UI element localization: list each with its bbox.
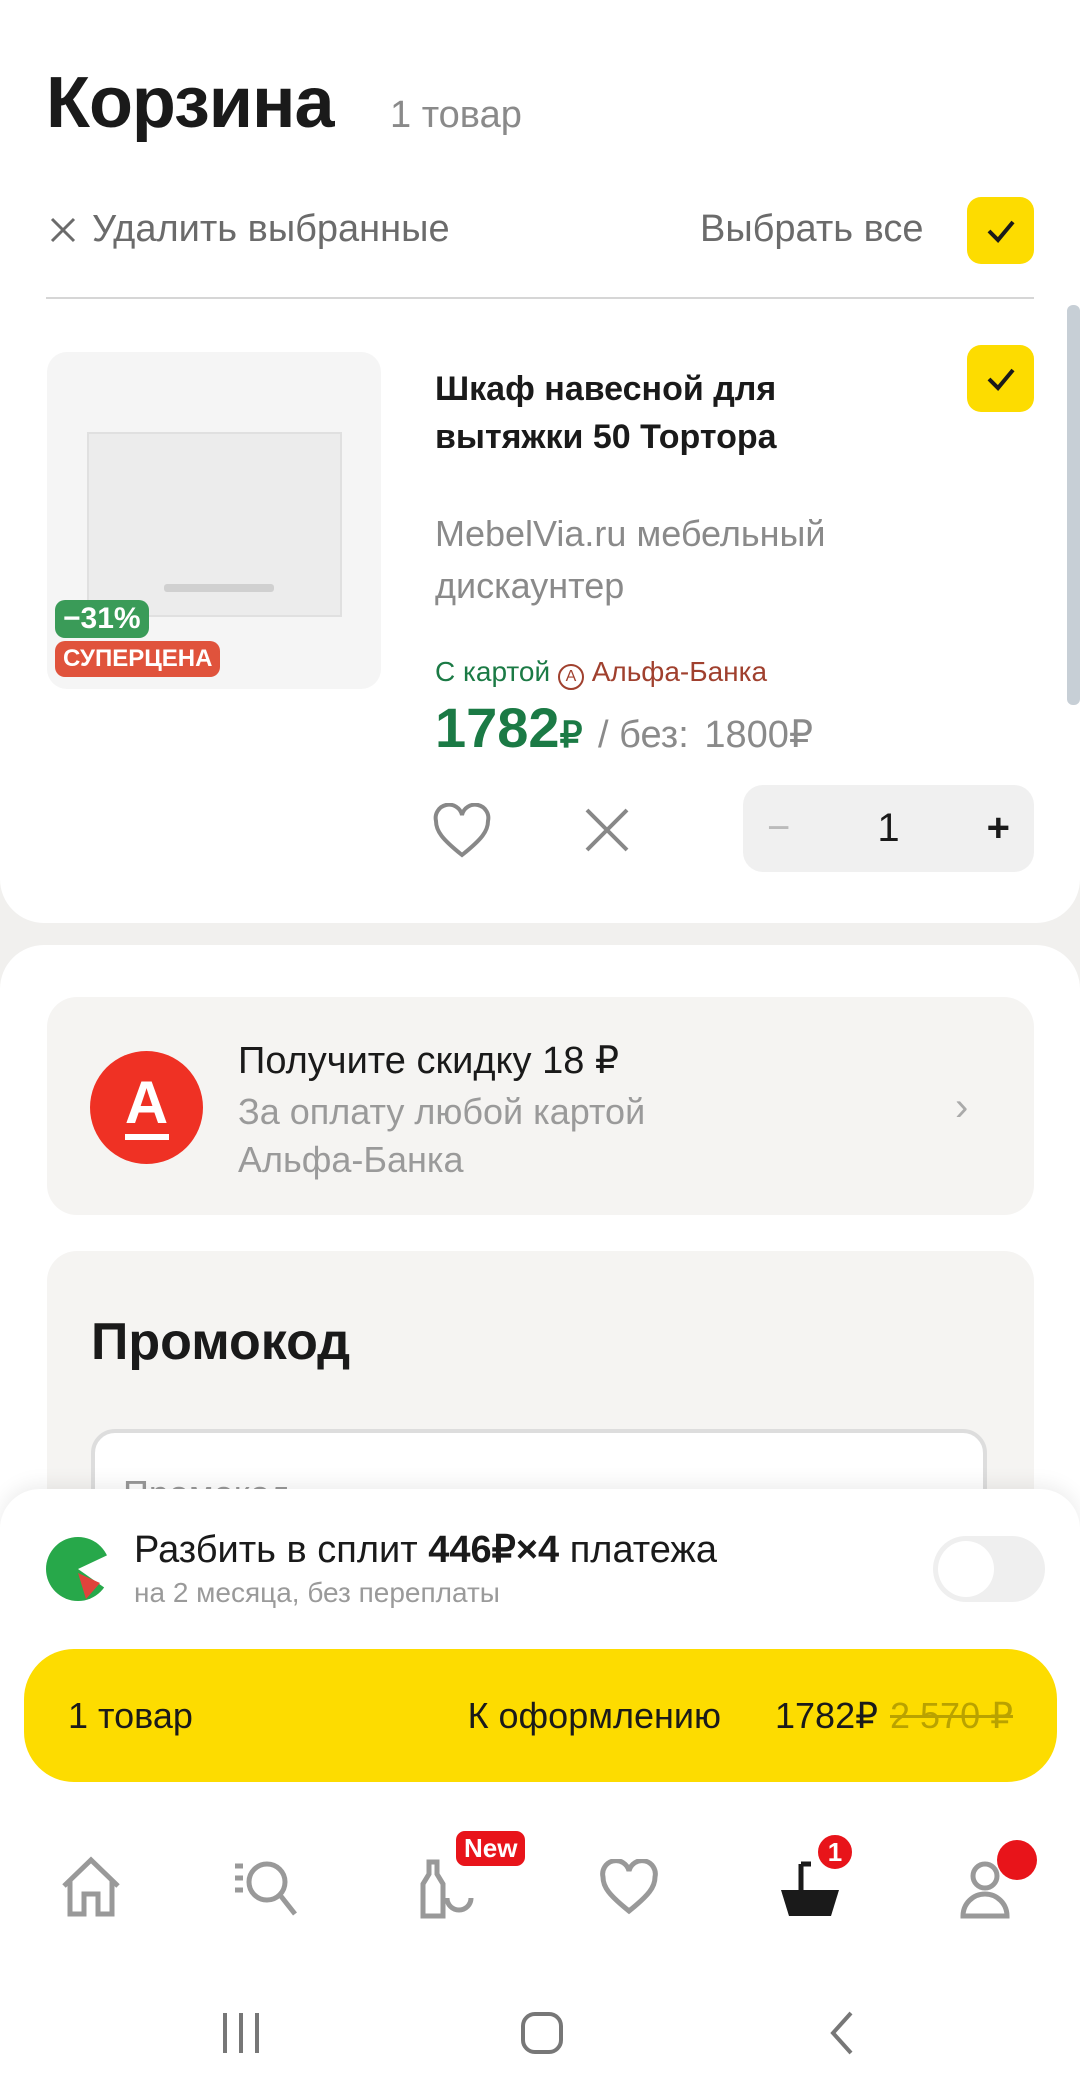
recents-icon [223, 2013, 259, 2053]
alfa-mini-icon: А [557, 664, 584, 690]
favorite-button[interactable] [432, 802, 492, 864]
system-back-button[interactable] [813, 2005, 873, 2061]
product-checkbox[interactable] [967, 345, 1034, 412]
without-label: / без: [598, 714, 689, 756]
home-icon [62, 1856, 120, 1917]
seller-name[interactable]: MebelVia.ru мебельный дискаунтер [435, 508, 955, 612]
heart-icon [433, 802, 491, 858]
alfa-bank-logo: А [90, 1051, 203, 1164]
increase-button[interactable]: + [987, 806, 1010, 851]
divider [46, 297, 1034, 299]
delete-selected-label: Удалить выбранные [92, 208, 450, 250]
price-currency: ₽ [559, 714, 583, 755]
checkout-label: К оформлению [467, 1694, 721, 1736]
nav-products[interactable]: New [413, 1828, 529, 1922]
remove-item-button[interactable] [582, 805, 632, 860]
check-icon [987, 368, 1015, 391]
system-recents-button[interactable] [211, 2005, 271, 2061]
checkout-old-total: 2 570 ₽ [890, 1694, 1013, 1736]
catalog-search-icon [235, 1861, 297, 1916]
close-icon [585, 808, 629, 852]
price-value: 1782 [435, 696, 560, 759]
back-icon [830, 2011, 853, 2055]
decrease-button[interactable]: − [767, 806, 790, 851]
nav-profile[interactable] [955, 1840, 1037, 1922]
item-count: 1 товар [390, 94, 522, 136]
select-all-checkbox[interactable] [967, 197, 1034, 264]
nav-favorites[interactable] [594, 1852, 664, 1922]
split-subtitle: на 2 месяца, без переплаты [134, 1577, 500, 1608]
card-label: С картой [435, 656, 551, 687]
system-home-button[interactable] [512, 2005, 572, 2061]
checkout-button[interactable]: 1 товар К оформлению 1782₽ 2 570 ₽ [24, 1649, 1057, 1782]
product-price: 1782₽ / без: 1800₽ [435, 695, 813, 760]
page-title: Корзина [46, 63, 335, 143]
product-name[interactable]: Шкаф навесной для вытяжки 50 Тортора [435, 365, 915, 461]
nav-catalog[interactable] [233, 1852, 303, 1922]
alfa-banner-title: Получите скидку 18 ₽ [238, 1040, 620, 1082]
checkout-total: 1782₽ [775, 1694, 878, 1736]
split-logo-icon [42, 1533, 114, 1610]
split-toggle[interactable] [933, 1536, 1045, 1602]
profile-notification-dot [997, 1840, 1037, 1880]
scrollbar[interactable] [1067, 305, 1080, 705]
promo-title: Промокод [91, 1313, 351, 1371]
alfa-banner-subtitle: За оплату любой картой Альфа-Банка [238, 1091, 646, 1180]
chevron-right-icon: › [955, 1085, 969, 1129]
quantity-value: 1 [877, 806, 900, 850]
check-icon [987, 220, 1015, 243]
price-without: 1800 [704, 714, 789, 756]
nav-home[interactable] [56, 1852, 126, 1922]
select-all-label[interactable]: Выбрать все [700, 208, 924, 251]
split-title: Разбить в сплит 446₽×4 платежа [134, 1529, 717, 1571]
close-icon [50, 217, 76, 242]
price-without-currency: ₽ [788, 714, 814, 756]
checkout-items: 1 товар [68, 1694, 193, 1736]
delete-selected-button[interactable]: Удалить выбранные [48, 208, 450, 251]
product-image[interactable] [47, 352, 381, 689]
bank-name: Альфа-Банка [591, 656, 768, 687]
super-price-badge: СУПЕРЦЕНА [55, 641, 221, 677]
new-badge: New [453, 1828, 529, 1869]
quantity-stepper[interactable]: − 1 + [743, 785, 1034, 872]
home-square-icon [521, 2012, 563, 2054]
card-price-label: С картой А Альфа-Банка [435, 656, 767, 690]
nav-cart[interactable]: 1 [775, 1832, 855, 1922]
cart-badge: 1 [815, 1832, 855, 1872]
heart-icon [600, 1859, 658, 1915]
discount-badge: −31% [55, 600, 149, 638]
